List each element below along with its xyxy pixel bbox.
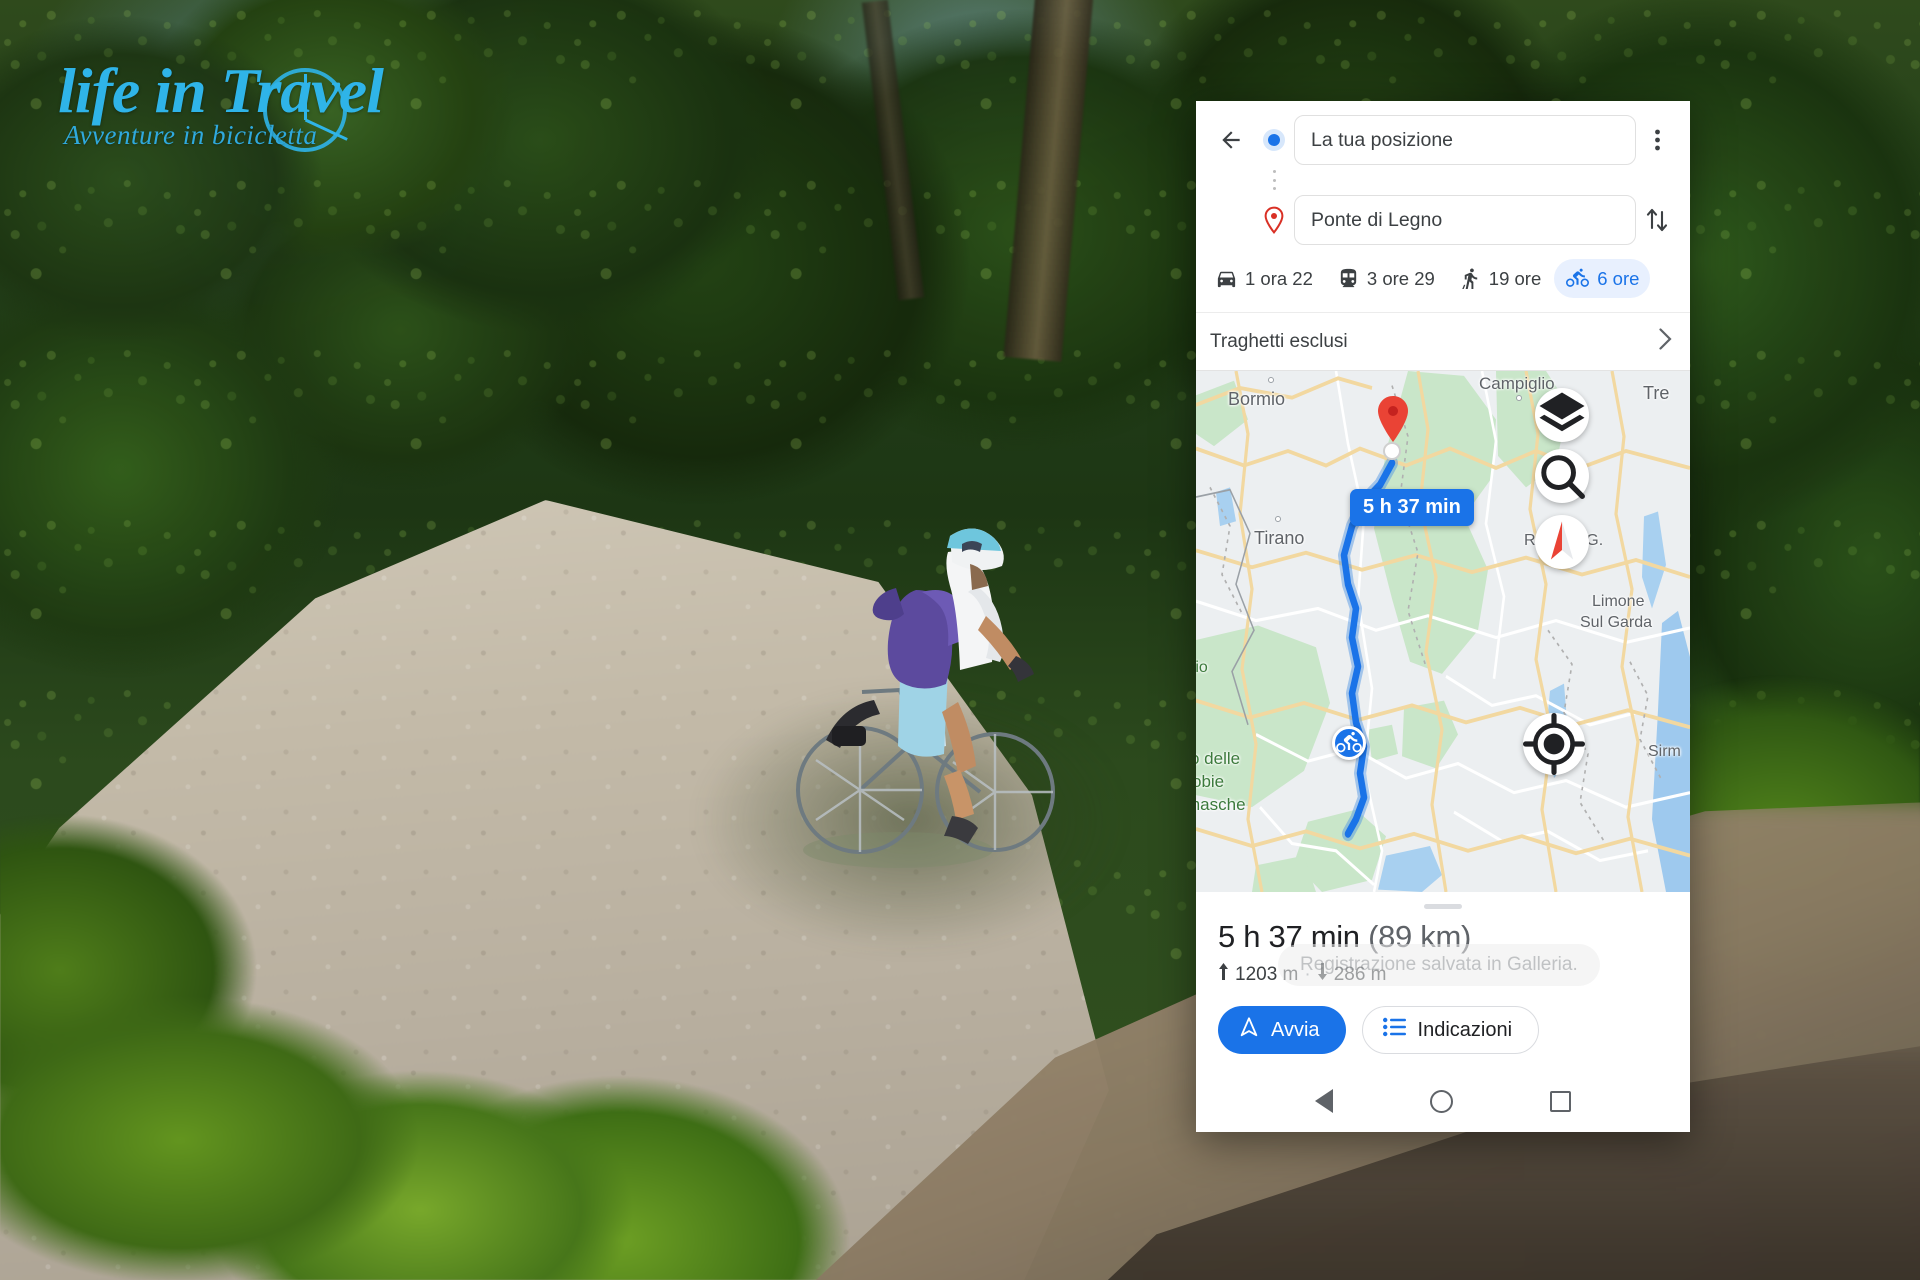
map-city-dot-tirano — [1275, 516, 1281, 522]
mode-tab-cycling[interactable]: 6 ore — [1554, 259, 1651, 298]
map-city-dot-bormio — [1268, 377, 1274, 383]
layers-icon[interactable] — [1535, 388, 1589, 442]
arrow-down-icon — [1317, 963, 1328, 986]
search-icon[interactable] — [1535, 449, 1589, 503]
route-elevation: 1203 m · 286 m — [1218, 963, 1668, 986]
route-summary-sheet: 5 h 37 min (89 km) 1203 m · 286 m Regist… — [1196, 892, 1690, 1070]
photo-cyclist — [796, 528, 1055, 868]
list-icon — [1382, 1017, 1407, 1043]
map-canvas — [1196, 371, 1690, 892]
nav-recents-icon[interactable] — [1550, 1090, 1572, 1112]
route-options-label: Traghetti esclusi — [1210, 330, 1348, 352]
destination-pin-icon — [1254, 206, 1294, 234]
chevron-right-icon[interactable] — [1659, 327, 1672, 356]
route-duration: 5 h 37 min — [1218, 919, 1360, 954]
origin-row: La tua posizione — [1208, 115, 1678, 165]
directions-button[interactable]: Indicazioni — [1361, 1006, 1540, 1054]
more-vert-icon[interactable] — [1636, 117, 1678, 163]
android-navigation-bar — [1196, 1070, 1690, 1132]
route-connector — [1208, 165, 1678, 195]
phone-screenshot-panel: La tua posizione Ponte di Legno 1 ora 22… — [1196, 101, 1690, 1132]
my-location-icon[interactable] — [1523, 713, 1585, 775]
destination-pin-icon[interactable] — [1375, 395, 1411, 443]
bicycle-marker-icon[interactable] — [1332, 726, 1366, 760]
mode-label-driving: 1 ora 22 — [1245, 267, 1313, 289]
route-eta: 5 h 37 min (89 km) — [1218, 919, 1668, 955]
nav-home-icon[interactable] — [1429, 1089, 1453, 1113]
directions-button-label: Indicazioni — [1417, 1018, 1513, 1041]
photo-grass-left — [0, 720, 900, 1280]
start-navigation-button[interactable]: Avvia — [1218, 1006, 1346, 1054]
nav-back-icon[interactable] — [1314, 1089, 1333, 1113]
route-ascent: 1203 m — [1235, 963, 1299, 985]
dotted-line-icon — [1254, 166, 1294, 194]
map-city-dot-campiglio — [1516, 395, 1522, 401]
mode-label-cycling: 6 ore — [1597, 267, 1640, 289]
navigation-arrow-icon — [1238, 1016, 1260, 1044]
route-descent: 286 m — [1333, 963, 1387, 985]
route-options-row[interactable]: Traghetti esclusi — [1196, 312, 1690, 370]
directions-search-header: La tua posizione Ponte di Legno — [1196, 101, 1690, 251]
elevation-separator: · — [1304, 963, 1311, 985]
route-distance: (89 km) — [1368, 919, 1472, 954]
mode-tab-transit[interactable]: 3 ore 29 — [1326, 260, 1446, 297]
start-button-label: Avvia — [1271, 1018, 1320, 1041]
mode-tab-walking[interactable]: 19 ore — [1448, 260, 1552, 297]
destination-input[interactable]: Ponte di Legno — [1294, 195, 1636, 245]
route-start-endpoint — [1383, 442, 1401, 460]
route-action-buttons: Avvia Indicazioni — [1218, 1006, 1668, 1070]
route-map[interactable]: Bormio Tirano Campiglio Tre Riva del G. … — [1196, 370, 1690, 892]
mode-label-walking: 19 ore — [1488, 267, 1542, 289]
route-time-badge[interactable]: 5 h 37 min — [1350, 489, 1474, 526]
swap-vertical-icon[interactable] — [1636, 197, 1678, 243]
origin-input[interactable]: La tua posizione — [1294, 115, 1636, 165]
destination-row: Ponte di Legno — [1208, 195, 1678, 245]
arrow-up-icon — [1218, 963, 1229, 986]
origin-dot-icon — [1254, 129, 1294, 151]
mode-label-transit: 3 ore 29 — [1366, 267, 1435, 289]
compass-icon[interactable] — [1535, 515, 1589, 569]
sheet-grabber[interactable] — [1424, 904, 1462, 909]
travel-mode-tabs: 1 ora 22 3 ore 29 19 ore 6 ore — [1196, 251, 1690, 312]
mode-tab-driving[interactable]: 1 ora 22 — [1204, 260, 1324, 297]
